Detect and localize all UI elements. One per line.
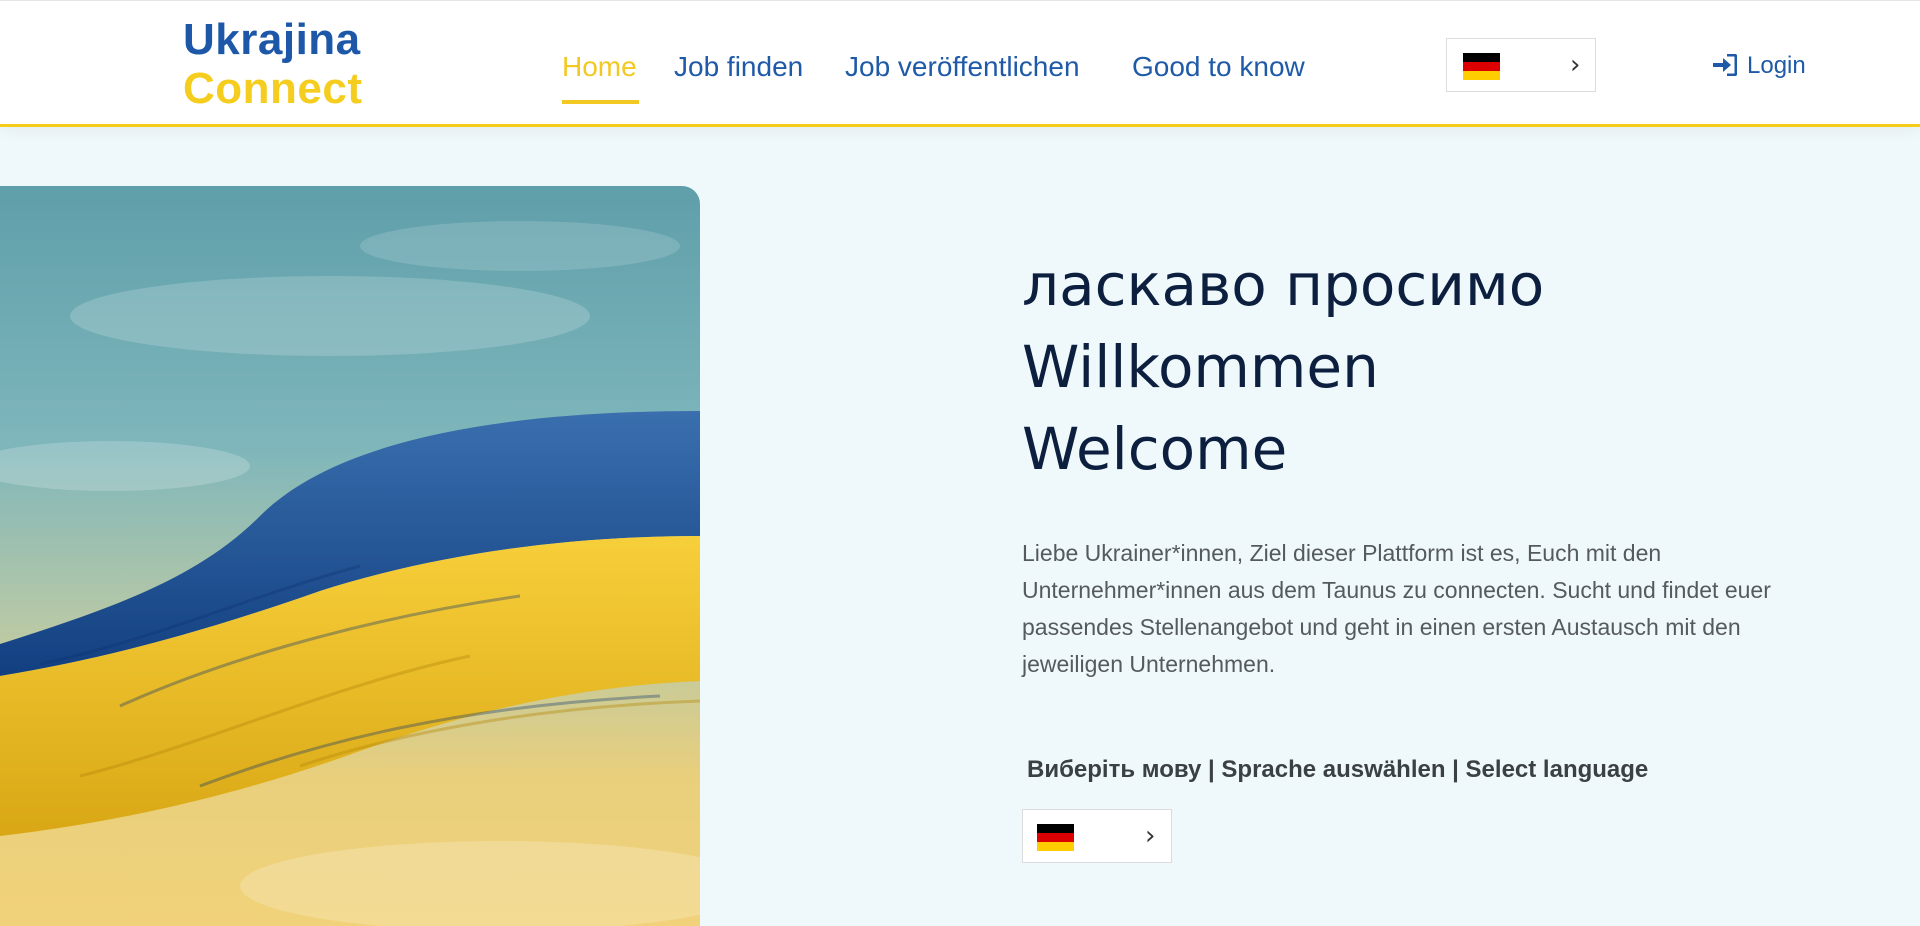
nav-good-to-know[interactable]: Good to know <box>1132 51 1305 83</box>
login-label: Login <box>1747 52 1806 79</box>
header-language-select[interactable]: › <box>1446 38 1596 92</box>
welcome-title-ukrainian: ласкаво просимо <box>1022 251 1545 319</box>
logo-line-2: Connect <box>183 64 363 113</box>
nav-job-finden[interactable]: Job finden <box>674 51 803 83</box>
login-link[interactable]: Login <box>1711 52 1806 80</box>
german-flag-icon <box>1463 53 1500 80</box>
chevron-right-icon: › <box>1570 50 1581 80</box>
welcome-title-english: Welcome <box>1022 415 1288 483</box>
site-logo[interactable]: Ukrajina Connect <box>183 15 363 113</box>
content-language-select[interactable]: › <box>1022 809 1172 863</box>
select-language-label: Виберіть мову | Sprache auswählen | Sele… <box>1027 756 1649 783</box>
ukrainian-flag-image <box>0 186 700 926</box>
sign-in-icon <box>1713 53 1738 77</box>
logo-line-1: Ukrajina <box>183 15 361 64</box>
nav-job-veroeffentlichen[interactable]: Job veröffentlichen <box>845 51 1080 83</box>
chevron-right-icon: › <box>1145 821 1156 851</box>
site-header: Ukrajina Connect Home Job finden Job ver… <box>0 0 1920 127</box>
german-flag-icon <box>1037 824 1074 851</box>
nav-home[interactable]: Home <box>562 51 637 83</box>
intro-description: Liebe Ukrainer*innen, Ziel dieser Plattf… <box>1022 540 1771 677</box>
welcome-title-german: Willkommen <box>1022 333 1379 401</box>
welcome-title: ласкаво просимо Willkommen Welcome <box>1022 244 1544 490</box>
nav-active-indicator <box>562 100 639 104</box>
